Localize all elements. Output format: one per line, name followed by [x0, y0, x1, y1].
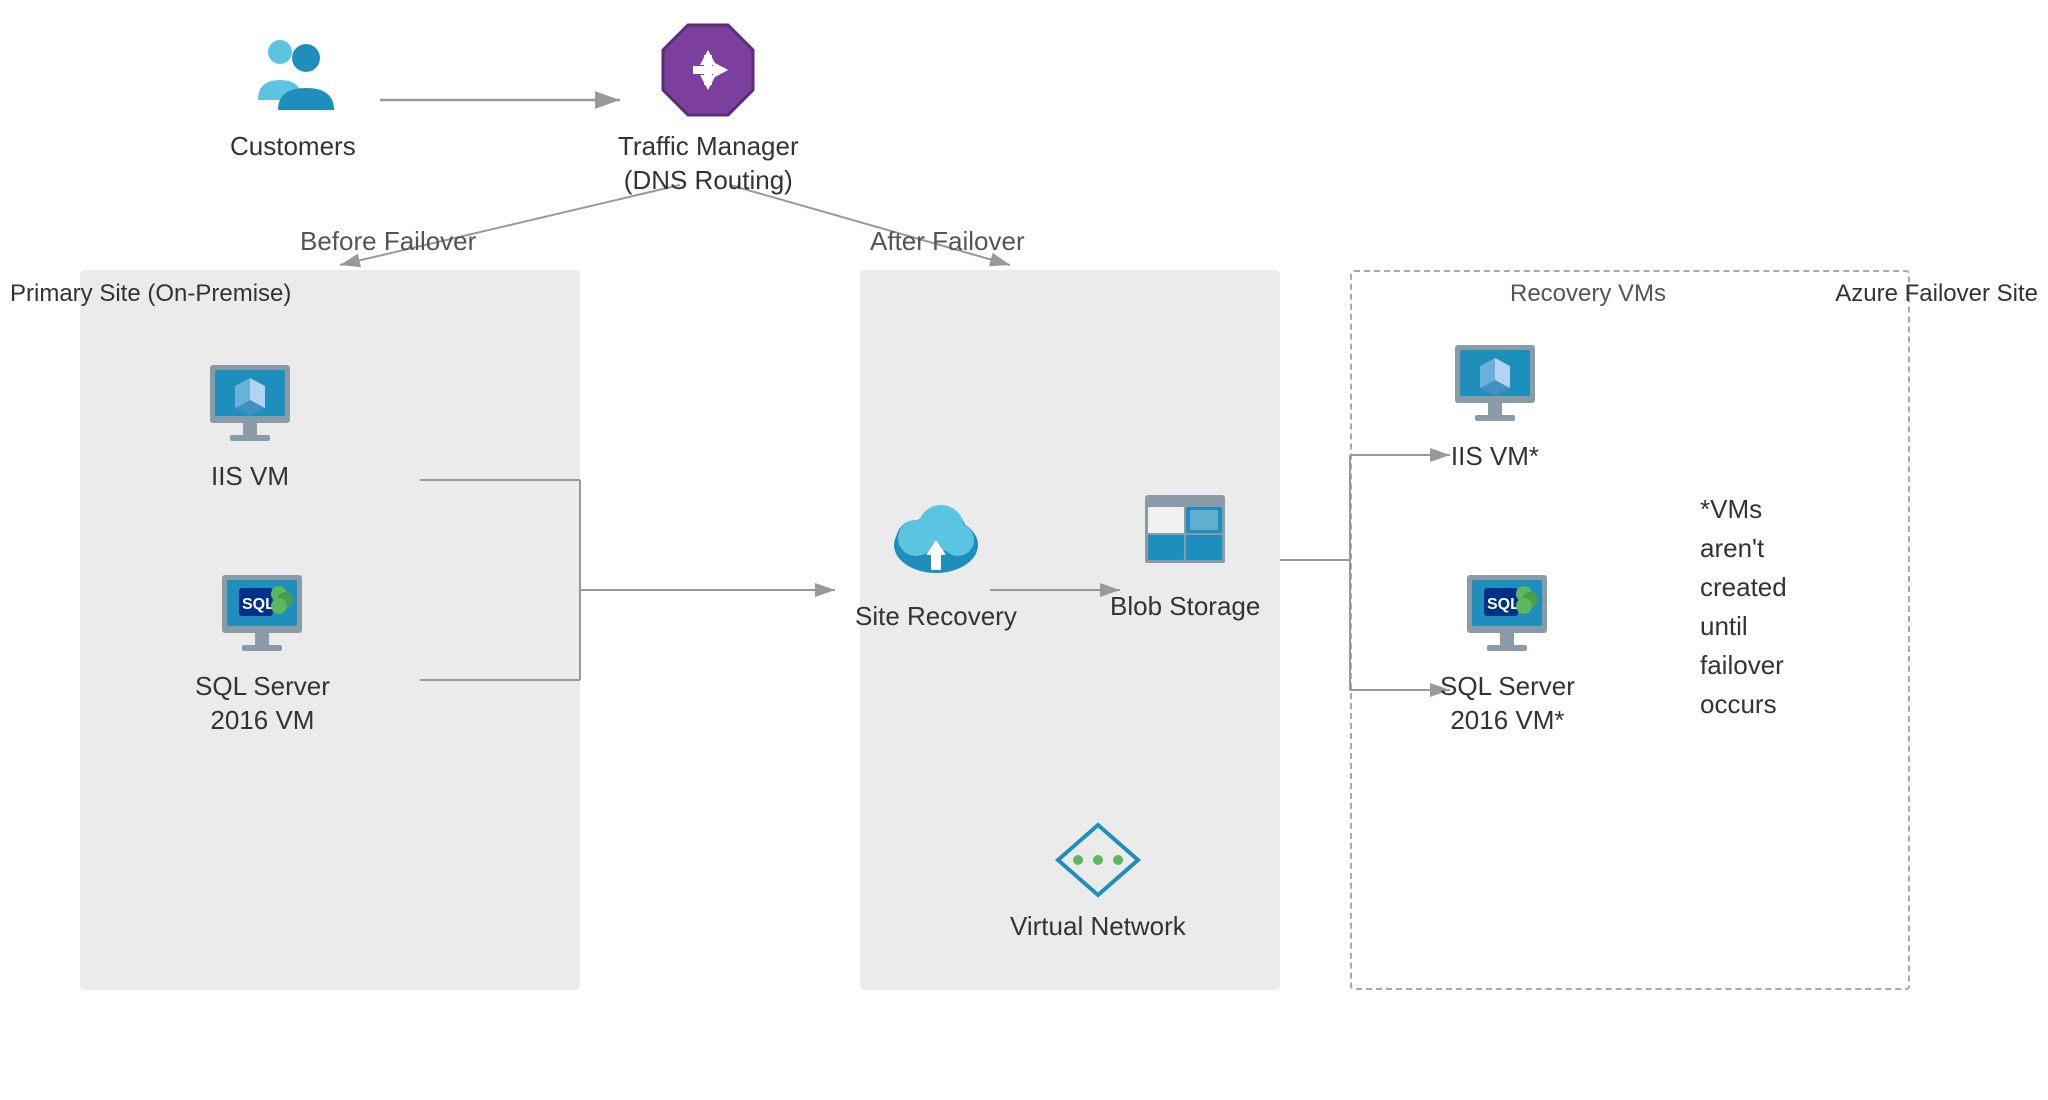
virtual-network-label: Virtual Network — [1010, 910, 1186, 944]
traffic-manager-icon-wrapper: Traffic Manager (DNS Routing) — [618, 20, 799, 198]
site-recovery-svg — [886, 490, 986, 590]
site-recovery-label: Site Recovery — [855, 600, 1017, 634]
iis-vm-recovery-icon-wrapper: IIS VM* — [1450, 340, 1540, 474]
svg-text:SQL: SQL — [1487, 596, 1520, 613]
site-recovery-icon-wrapper: Site Recovery — [855, 490, 1017, 634]
primary-site-label: Primary Site (On-Premise) — [10, 278, 291, 309]
svg-text:SQL: SQL — [242, 596, 275, 613]
primary-site-box — [80, 270, 580, 990]
recovery-vms-box — [1350, 270, 1910, 990]
iis-vm-icon-wrapper: IIS VM — [205, 360, 295, 494]
blob-storage-svg — [1140, 490, 1230, 580]
virtual-network-icon-wrapper: Virtual Network — [1010, 820, 1186, 944]
sql-vm-recovery-label: SQL Server 2016 VM* — [1440, 670, 1575, 738]
sql-vm-recovery-svg: SQL — [1462, 570, 1552, 660]
customers-svg — [248, 30, 338, 120]
traffic-manager-label: Traffic Manager (DNS Routing) — [618, 130, 799, 198]
sql-vm-label: SQL Server 2016 VM — [195, 670, 330, 738]
azure-failover-site-label: Azure Failover Site — [1835, 278, 2038, 309]
recovery-vms-label: Recovery VMs — [1510, 278, 1666, 309]
customers-label: Customers — [230, 130, 356, 164]
before-failover-label: Before Failover — [300, 225, 476, 259]
sql-vm-svg: SQL — [217, 570, 307, 660]
after-failover-label: After Failover — [870, 225, 1025, 259]
virtual-network-svg — [1053, 820, 1143, 900]
customers-icon-wrapper: Customers — [230, 30, 356, 164]
blob-storage-label: Blob Storage — [1110, 590, 1260, 624]
traffic-manager-svg — [658, 20, 758, 120]
diagram-container: Customers Traffic Manager (DNS Routing) … — [0, 0, 2048, 1100]
sql-vm-recovery-icon-wrapper: SQL SQL Server 2016 VM* — [1440, 570, 1575, 738]
sql-vm-icon-wrapper: SQL SQL Server 2016 VM — [195, 570, 330, 738]
iis-vm-svg — [205, 360, 295, 450]
iis-vm-recovery-svg — [1450, 340, 1540, 430]
iis-vm-label: IIS VM — [211, 460, 289, 494]
iis-vm-recovery-label: IIS VM* — [1451, 440, 1539, 474]
vms-note: *VMs aren't created until failover occur… — [1700, 490, 1787, 724]
blob-storage-icon-wrapper: Blob Storage — [1110, 490, 1260, 624]
